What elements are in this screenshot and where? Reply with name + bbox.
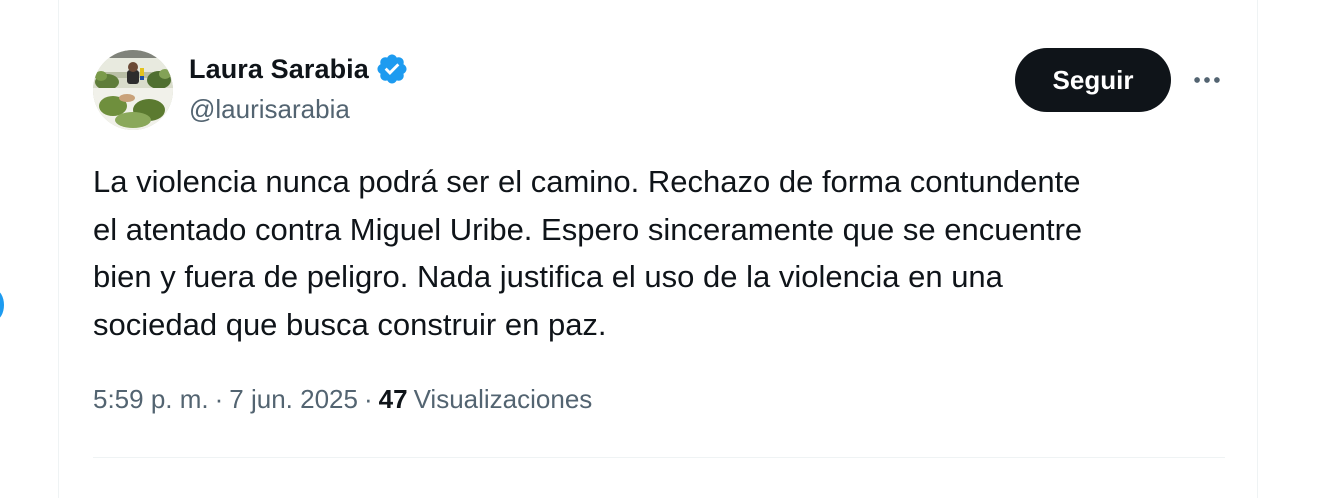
- partial-left-element: [0, 290, 4, 320]
- profile-photo: [93, 50, 173, 130]
- divider: [93, 457, 1225, 458]
- follow-button[interactable]: Seguir: [1015, 48, 1171, 112]
- tweet-text: La violencia nunca podrá ser el camino. …: [93, 164, 1083, 342]
- views-label: Visualizaciones: [413, 384, 593, 414]
- tweet-date[interactable]: 7 jun. 2025: [229, 384, 358, 415]
- tweet-card: Laura Sarabia @laurisarabia Seguir La vi…: [58, 0, 1258, 498]
- author-name-row: Laura Sarabia: [189, 52, 409, 86]
- author-display-name[interactable]: Laura Sarabia: [189, 54, 369, 85]
- more-options-icon: [1194, 77, 1220, 83]
- meta-separator: ·: [214, 384, 224, 414]
- meta-separator: ·: [363, 384, 373, 414]
- views-count: 47: [378, 384, 408, 414]
- author-handle[interactable]: @laurisarabia: [189, 94, 350, 125]
- tweet-meta: 5:59 p. m. · 7 jun. 2025 · 47 Visualizac…: [93, 384, 592, 415]
- avatar[interactable]: [93, 50, 173, 130]
- verified-badge-icon[interactable]: [375, 52, 409, 86]
- tweet-time[interactable]: 5:59 p. m.: [93, 384, 209, 415]
- more-options-button[interactable]: [1187, 60, 1227, 100]
